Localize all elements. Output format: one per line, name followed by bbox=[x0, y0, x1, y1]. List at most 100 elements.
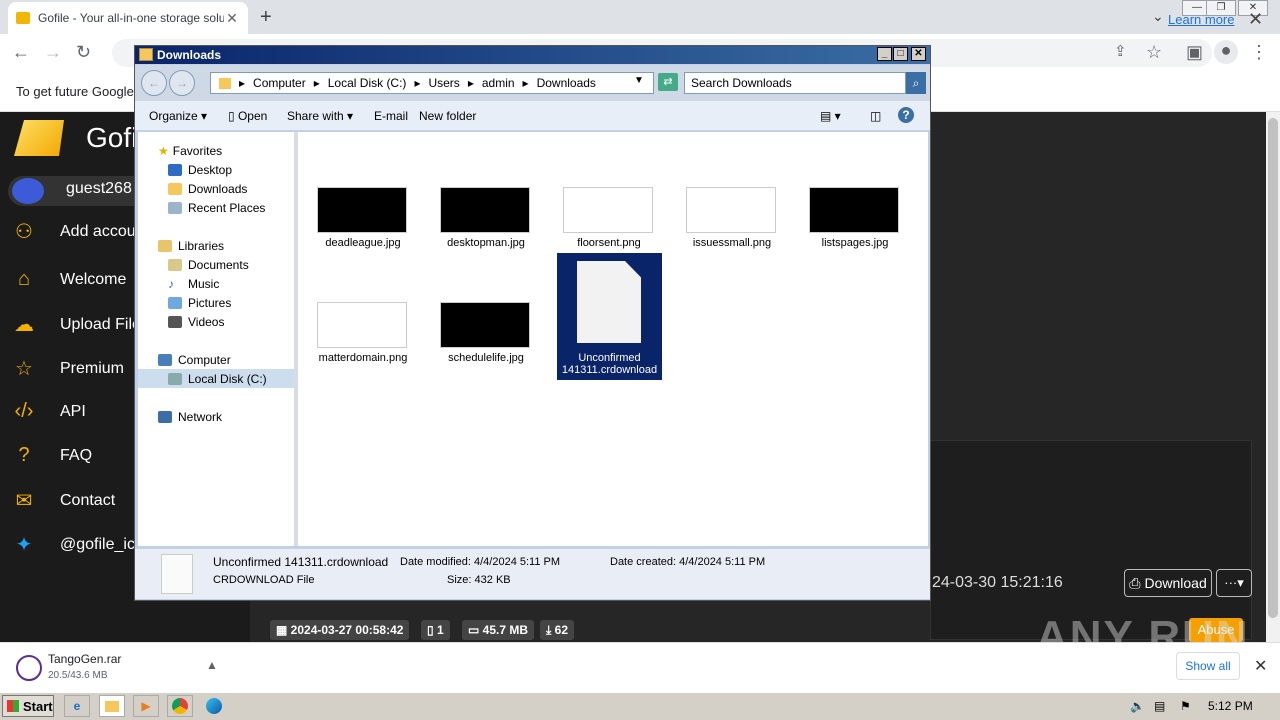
profile-icon[interactable]: ● bbox=[1214, 40, 1238, 64]
action-center-flag-icon[interactable]: ⚑ bbox=[1180, 699, 1191, 713]
sidebar-item-contact[interactable]: ✉ Contact bbox=[12, 488, 116, 513]
file-name[interactable]: issuessmall.png bbox=[671, 237, 793, 249]
nav-item-pictures[interactable]: Pictures bbox=[168, 296, 231, 310]
close-tab-icon[interactable]: ✕ bbox=[224, 10, 240, 27]
file-name[interactable]: desktopman.jpg bbox=[425, 237, 547, 249]
selected-file-name[interactable]: Unconfirmed 141311.crdownload bbox=[557, 352, 662, 376]
sidebar-item-api[interactable]: ‹/› API bbox=[12, 400, 86, 423]
created-date: 2024-03-27 00:58:42 bbox=[290, 623, 404, 637]
new-tab-button[interactable]: + bbox=[260, 6, 272, 29]
nav-item-network[interactable]: Network bbox=[158, 410, 222, 424]
file-name[interactable]: deadleague.jpg bbox=[302, 237, 424, 249]
download-file-name[interactable]: TangoGen.rar bbox=[48, 652, 121, 666]
ie-icon[interactable]: e bbox=[64, 695, 90, 717]
reload-icon[interactable]: ↻ bbox=[76, 42, 91, 63]
file-thumbnail[interactable] bbox=[317, 302, 407, 348]
sidebar-item-twitter[interactable]: ✦ @gofile_ic bbox=[12, 532, 135, 557]
chrome-icon[interactable] bbox=[167, 695, 193, 717]
nav-item-documents[interactable]: Documents bbox=[168, 258, 249, 272]
nav-item-local-disk[interactable]: Local Disk (C:) bbox=[168, 372, 267, 386]
breadcrumb-separator-icon[interactable]: ▸ bbox=[523, 76, 529, 90]
sidebar-item-upload[interactable]: ☁ Upload File bbox=[12, 312, 141, 337]
side-panel-icon[interactable]: ▣ bbox=[1186, 42, 1203, 63]
sidebar-item-faq[interactable]: ? FAQ bbox=[12, 444, 92, 467]
document-icon[interactable] bbox=[577, 261, 641, 343]
browser-tab[interactable]: Gofile - Your all-in-one storage soluti … bbox=[8, 2, 248, 34]
tab-search-chevron-icon[interactable]: ⌄ bbox=[1152, 8, 1164, 25]
explorer-taskbar-icon[interactable] bbox=[99, 695, 125, 717]
refresh-icon[interactable]: ⇄ bbox=[658, 73, 678, 91]
nav-item-downloads[interactable]: Downloads bbox=[168, 182, 247, 196]
preview-pane-icon[interactable]: ◫ bbox=[870, 109, 881, 123]
volume-icon[interactable]: 🔈 bbox=[1130, 699, 1145, 713]
bookmark-star-icon[interactable]: ☆ bbox=[1146, 42, 1162, 63]
nav-item-recent-places[interactable]: Recent Places bbox=[168, 201, 265, 215]
organize-button[interactable]: Organize ▾ bbox=[149, 109, 207, 123]
file-thumbnail[interactable] bbox=[809, 187, 899, 233]
breadcrumb-admin[interactable]: admin bbox=[482, 76, 515, 90]
explorer-minimize-button[interactable]: _ bbox=[877, 47, 892, 61]
explorer-close-button[interactable]: ✕ bbox=[911, 47, 926, 61]
chevron-up-icon[interactable]: ▲ bbox=[206, 658, 218, 672]
breadcrumb-downloads[interactable]: Downloads bbox=[537, 76, 596, 90]
back-arrow-icon[interactable]: ← bbox=[12, 42, 30, 63]
nav-item-favorites[interactable]: ★ Favorites bbox=[158, 144, 222, 158]
breadcrumb-local-disk[interactable]: Local Disk (C:) bbox=[328, 76, 407, 90]
forward-arrow-icon[interactable]: → bbox=[169, 70, 195, 96]
file-name[interactable]: floorsent.png bbox=[548, 237, 670, 249]
forward-arrow-icon[interactable]: → bbox=[44, 42, 62, 63]
breadcrumb-separator-icon[interactable]: ▸ bbox=[239, 76, 245, 90]
email-button[interactable]: E-mail bbox=[374, 109, 408, 123]
edge-icon[interactable] bbox=[201, 695, 227, 717]
breadcrumb-users[interactable]: Users bbox=[428, 76, 459, 90]
download-button[interactable]: ⎙ Download bbox=[1124, 569, 1212, 597]
start-button[interactable]: Start bbox=[2, 695, 54, 717]
nav-item-videos[interactable]: Videos bbox=[168, 315, 224, 329]
nav-label: Libraries bbox=[178, 239, 225, 253]
calendar-icon: ▦ bbox=[276, 623, 291, 637]
scrollbar-thumb[interactable] bbox=[1268, 118, 1278, 618]
open-button[interactable]: ▯ Open bbox=[228, 109, 267, 123]
learn-more-link[interactable]: Learn more bbox=[1168, 12, 1234, 27]
breadcrumb-separator-icon[interactable]: ▸ bbox=[468, 76, 474, 90]
nav-item-desktop[interactable]: Desktop bbox=[168, 163, 232, 177]
search-input[interactable]: Search Downloads bbox=[684, 72, 906, 94]
share-icon[interactable]: ⇪ bbox=[1114, 42, 1127, 60]
avatar[interactable] bbox=[12, 178, 44, 204]
share-with-button[interactable]: Share with ▾ bbox=[287, 109, 353, 123]
breadcrumb-separator-icon[interactable]: ▸ bbox=[414, 76, 420, 90]
file-thumbnail[interactable] bbox=[440, 187, 530, 233]
file-name[interactable]: matterdomain.png bbox=[302, 352, 424, 364]
more-options-button[interactable]: ···▾ bbox=[1216, 569, 1252, 597]
file-thumbnail[interactable] bbox=[317, 187, 407, 233]
help-icon[interactable]: ? bbox=[898, 107, 914, 123]
close-shelf-icon[interactable]: ✕ bbox=[1254, 656, 1267, 676]
address-dropdown-icon[interactable]: ▼ bbox=[634, 75, 644, 86]
menu-kebab-icon[interactable]: ⋮ bbox=[1250, 42, 1268, 63]
show-all-button[interactable]: Show all bbox=[1176, 652, 1240, 680]
back-arrow-icon[interactable]: ← bbox=[141, 70, 167, 96]
breadcrumb-computer[interactable]: Computer bbox=[253, 76, 306, 90]
sidebar-item-welcome[interactable]: ⌂ Welcome bbox=[12, 268, 126, 291]
nav-item-computer[interactable]: Computer bbox=[158, 353, 231, 367]
new-folder-button[interactable]: New folder bbox=[419, 109, 476, 123]
modified-value: 4/4/2024 5:11 PM bbox=[474, 556, 561, 568]
file-thumbnail[interactable] bbox=[686, 187, 776, 233]
nav-item-music[interactable]: ♪ Music bbox=[168, 277, 219, 291]
rar-file-icon[interactable] bbox=[16, 655, 42, 681]
sidebar-item-premium[interactable]: ☆ Premium bbox=[12, 356, 124, 381]
sidebar-item-add-account[interactable]: ⚇ Add accou bbox=[12, 219, 136, 244]
network-tray-icon[interactable]: ▤ bbox=[1154, 699, 1165, 713]
file-thumbnail[interactable] bbox=[440, 302, 530, 348]
change-view-icon[interactable]: ▤ ▾ bbox=[820, 109, 841, 123]
nav-item-libraries[interactable]: Libraries bbox=[158, 239, 224, 253]
media-player-icon[interactable]: ▶ bbox=[133, 695, 159, 717]
file-thumbnail[interactable] bbox=[563, 187, 653, 233]
file-name[interactable]: schedulelife.jpg bbox=[425, 352, 547, 364]
breadcrumb[interactable]: ▸ Computer ▸ Local Disk (C:) ▸ Users ▸ admi… bbox=[210, 72, 654, 94]
info-bar-close-icon[interactable]: ✕ bbox=[1248, 9, 1263, 30]
search-icon[interactable]: ⌕ bbox=[906, 72, 926, 94]
explorer-maximize-button[interactable]: □ bbox=[893, 47, 908, 61]
file-name[interactable]: listspages.jpg bbox=[794, 237, 916, 249]
breadcrumb-separator-icon[interactable]: ▸ bbox=[314, 76, 320, 90]
